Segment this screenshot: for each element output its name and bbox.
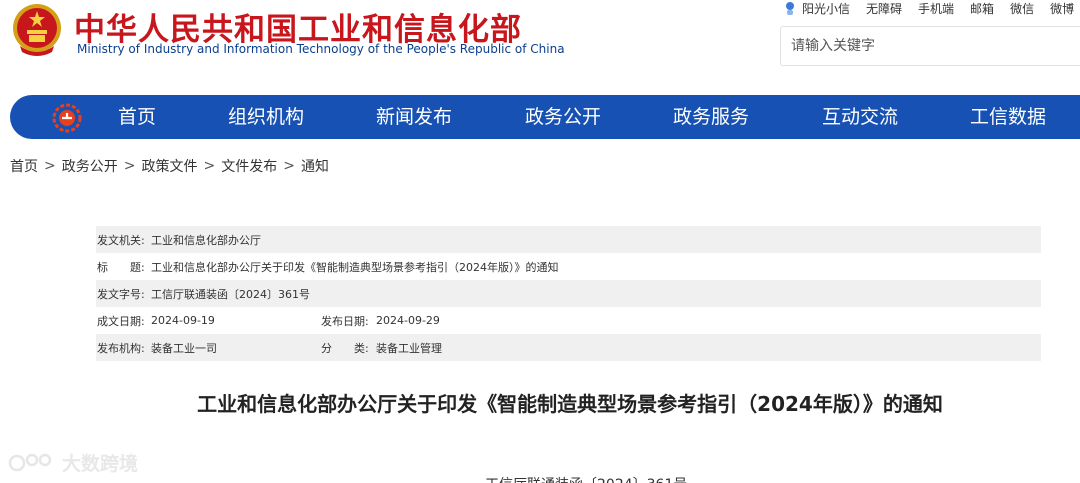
nav-item-news[interactable]: 新闻发布 xyxy=(376,95,452,139)
nav-item-home[interactable]: 首页 xyxy=(118,95,156,139)
watermark: 大数跨境 xyxy=(8,449,138,476)
site-subtitle: Ministry of Industry and Information Tec… xyxy=(77,42,565,56)
document-number: 工信厅联通装函〔2024〕361号 xyxy=(485,474,687,483)
toplink-wechat[interactable]: 微信 xyxy=(1010,0,1034,17)
top-links: 阳光小信 无障碍 手机端 邮箱 微信 微博 xyxy=(784,0,1074,16)
meta-label: 发布日期: xyxy=(321,314,369,328)
meta-value: 2024-09-29 xyxy=(376,314,440,327)
meta-label: 分 类: xyxy=(321,341,369,355)
breadcrumb-home[interactable]: 首页 xyxy=(10,156,38,176)
breadcrumb-policy[interactable]: 政策文件 xyxy=(141,156,197,176)
meta-row-dates: 成文日期: 2024-09-19 发布日期: 2024-09-29 xyxy=(96,307,1041,334)
site-header: 中华人民共和国工业和信息化部 Ministry of Industry and … xyxy=(0,0,1080,92)
meta-row-org: 发布机构: 装备工业一司 分 类: 装备工业管理 xyxy=(96,334,1041,361)
document-title: 工业和信息化部办公厅关于印发《智能制造典型场景参考指引（2024年版）》的通知 xyxy=(197,392,943,416)
toplink-weibo[interactable]: 微博 xyxy=(1050,0,1074,17)
document-meta-table: 发文机关: 工业和信息化部办公厅 标 题: 工业和信息化部办公厅关于印发《智能制… xyxy=(96,226,1041,361)
search-box xyxy=(780,26,1080,66)
meta-label: 发布机构: xyxy=(97,341,145,355)
watermark-text: 大数跨境 xyxy=(62,453,139,475)
main-nav: 首页 组织机构 新闻发布 政务公开 政务服务 互动交流 工信数据 xyxy=(10,95,1080,139)
watermark-logo-icon xyxy=(8,453,52,471)
meta-value: 2024-09-19 xyxy=(151,314,215,327)
breadcrumb-release[interactable]: 文件发布 xyxy=(221,156,277,176)
meta-value: 装备工业管理 xyxy=(376,341,442,355)
nav-item-organization[interactable]: 组织机构 xyxy=(228,95,304,139)
breadcrumb: 首页 > 政务公开 > 政策文件 > 文件发布 > 通知 xyxy=(10,156,329,176)
chevron-right-icon: > xyxy=(123,158,136,174)
meta-label: 标 题: xyxy=(97,260,145,274)
meta-row-issuer: 发文机关: 工业和信息化部办公厅 xyxy=(96,226,1041,253)
chevron-right-icon: > xyxy=(283,158,295,174)
meta-value: 装备工业一司 xyxy=(151,341,217,355)
meta-value: 工业和信息化部办公厅 xyxy=(151,233,261,247)
search-input[interactable] xyxy=(781,27,1080,65)
toplink-email[interactable]: 邮箱 xyxy=(970,0,994,17)
breadcrumb-gov-affairs[interactable]: 政务公开 xyxy=(62,156,118,176)
chevron-right-icon: > xyxy=(44,158,56,174)
meta-value: 工信厅联通装函〔2024〕361号 xyxy=(151,287,310,301)
meta-label: 发文机关: xyxy=(97,233,145,247)
chevron-right-icon: > xyxy=(203,158,216,174)
toplink-accessibility[interactable]: 无障碍 xyxy=(866,0,902,17)
nav-item-data[interactable]: 工信数据 xyxy=(970,95,1046,139)
miit-logo-icon xyxy=(52,103,82,133)
nav-item-interaction[interactable]: 互动交流 xyxy=(822,95,898,139)
meta-row-doc-number: 发文字号: 工信厅联通装函〔2024〕361号 xyxy=(96,280,1041,307)
meta-row-title: 标 题: 工业和信息化部办公厅关于印发《智能制造典型场景参考指引（2024年版）… xyxy=(96,253,1041,280)
toplink-mobile[interactable]: 手机端 xyxy=(918,0,954,17)
meta-label: 发文字号: xyxy=(97,287,145,301)
toplink-sunshine[interactable]: 阳光小信 xyxy=(802,0,850,17)
nav-item-gov-affairs[interactable]: 政务公开 xyxy=(525,95,601,139)
meta-value: 工业和信息化部办公厅关于印发《智能制造典型场景参考指引（2024年版）》的通知 xyxy=(151,260,559,274)
national-emblem-icon[interactable] xyxy=(10,2,64,58)
sun-mascot-icon xyxy=(786,2,794,15)
meta-label: 成文日期: xyxy=(97,314,145,328)
breadcrumb-notice[interactable]: 通知 xyxy=(301,156,329,176)
nav-item-services[interactable]: 政务服务 xyxy=(673,95,749,139)
